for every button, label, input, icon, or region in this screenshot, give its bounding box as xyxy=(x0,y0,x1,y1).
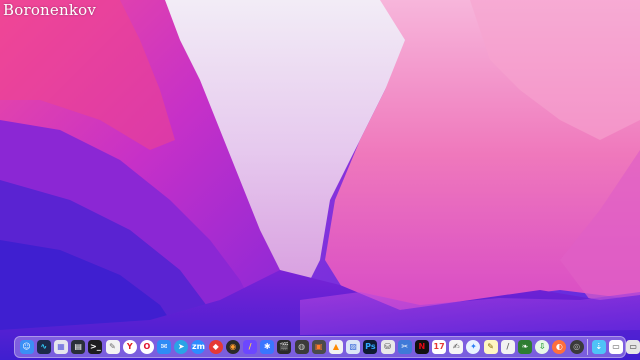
dock-item-screen-sharing[interactable]: ▭ xyxy=(625,339,640,356)
leaf-icon: ❧ xyxy=(518,340,533,354)
dock-item-textedit[interactable]: ✍ xyxy=(448,339,465,356)
script-editor-icon: ✎ xyxy=(105,340,120,354)
vlc-icon: ▲ xyxy=(328,340,343,354)
dock-item-motion[interactable]: ◍ xyxy=(293,339,310,356)
dock-item-vlc[interactable]: ▲ xyxy=(327,339,344,356)
disk-utility-icon: ⛁ xyxy=(380,340,395,354)
netflix-icon: N xyxy=(414,340,429,354)
dock-item-system-tools[interactable]: ✂ xyxy=(396,339,413,356)
dock-item-mission-control[interactable]: ▤ xyxy=(70,339,87,356)
activity-monitor-icon: ∿ xyxy=(36,340,51,354)
notes-icon: ✎ xyxy=(483,340,498,354)
dock-item-downloads-folder[interactable]: ⇣ xyxy=(590,339,607,356)
dock-item-mail[interactable]: ✉ xyxy=(156,339,173,356)
zoom-icon: zm xyxy=(191,340,206,354)
dock-item-terminal[interactable]: >_ xyxy=(87,339,104,356)
dock-item-notes[interactable]: ✎ xyxy=(482,339,499,356)
dock-item-zoom[interactable]: zm xyxy=(190,339,207,356)
transmit-icon: ◐ xyxy=(552,340,567,354)
finder-icon: ☺ xyxy=(19,340,34,354)
dock-item-telegram[interactable]: ➤ xyxy=(173,339,190,356)
dock-item-pencil[interactable]: / xyxy=(241,339,258,356)
dock-item-disk-utility[interactable]: ⛁ xyxy=(379,339,396,356)
mail-icon: ✉ xyxy=(157,340,172,354)
telegram-icon: ➤ xyxy=(174,340,189,354)
documents-stack-icon: ▭ xyxy=(608,340,623,354)
screen-sharing-icon: ▭ xyxy=(626,340,640,354)
downloads-folder-icon: ⇣ xyxy=(591,340,606,354)
dock-item-disk-drill[interactable]: ◎ xyxy=(568,339,585,356)
system-tools-icon: ✂ xyxy=(397,340,412,354)
mission-control-icon: ▤ xyxy=(71,340,86,354)
photoshop-icon: Ps xyxy=(363,340,378,354)
dock-item-cloud-download[interactable]: ⇩ xyxy=(534,339,551,356)
dock: ☺ ∿ ▦ ▤ >_ ✎ Y O ✉ ➤ zm ◆ ◉ / ✱ 🎬 ◍ ▣ ▲ ▨ Ps ⛁ ✂ N 17 ✍ ✦ ✎ / ❧ ⇩ ◐ ◎ ⇣ ▭ ▭… xyxy=(14,336,640,358)
capture-one-icon: ✱ xyxy=(260,340,275,354)
scripts-icon: / xyxy=(500,340,515,354)
final-cut-pro-icon: 🎬 xyxy=(277,340,292,354)
dock-item-launchpad[interactable]: ▦ xyxy=(52,339,69,356)
disk-drill-icon: ◎ xyxy=(569,340,584,354)
dock-item-final-cut-pro[interactable]: 🎬 xyxy=(276,339,293,356)
davinci-resolve-icon: ◉ xyxy=(225,340,240,354)
dock-item-anydesk[interactable]: ◆ xyxy=(207,339,224,356)
watermark-text: Boronenkov xyxy=(3,1,97,19)
dock-item-capture-one[interactable]: ✱ xyxy=(259,339,276,356)
dock-item-finder[interactable]: ☺ xyxy=(18,339,35,356)
opera-icon: O xyxy=(139,340,154,354)
dock-item-preview[interactable]: ▨ xyxy=(345,339,362,356)
dock-item-safari[interactable]: ✦ xyxy=(465,339,482,356)
desktop-wallpaper xyxy=(0,0,640,360)
textedit-icon: ✍ xyxy=(449,340,464,354)
yandex-browser-icon: Y xyxy=(122,340,137,354)
motion-icon: ◍ xyxy=(294,340,309,354)
dock-item-netflix[interactable]: N xyxy=(413,339,430,356)
cloud-download-icon: ⇩ xyxy=(535,340,550,354)
dock-item-transmit[interactable]: ◐ xyxy=(551,339,568,356)
compressor-icon: ▣ xyxy=(311,340,326,354)
dock-item-leaf[interactable]: ❧ xyxy=(516,339,533,356)
calendar-icon: 17 xyxy=(432,340,447,354)
dock-item-activity-monitor[interactable]: ∿ xyxy=(35,339,52,356)
dock-item-opera[interactable]: O xyxy=(138,339,155,356)
launchpad-icon: ▦ xyxy=(53,340,68,354)
dock-item-script-editor[interactable]: ✎ xyxy=(104,339,121,356)
dock-item-scripts[interactable]: / xyxy=(499,339,516,356)
anydesk-icon: ◆ xyxy=(208,340,223,354)
safari-icon: ✦ xyxy=(466,340,481,354)
dock-item-calendar[interactable]: 17 xyxy=(431,339,448,356)
pencil-icon: / xyxy=(243,340,258,354)
dock-item-davinci-resolve[interactable]: ◉ xyxy=(224,339,241,356)
dock-separator xyxy=(587,339,589,355)
terminal-icon: >_ xyxy=(88,340,103,354)
dock-item-yandex-browser[interactable]: Y xyxy=(121,339,138,356)
dock-item-compressor[interactable]: ▣ xyxy=(310,339,327,356)
dock-item-documents-stack[interactable]: ▭ xyxy=(607,339,624,356)
preview-icon: ▨ xyxy=(346,340,361,354)
dock-item-photoshop[interactable]: Ps xyxy=(362,339,379,356)
